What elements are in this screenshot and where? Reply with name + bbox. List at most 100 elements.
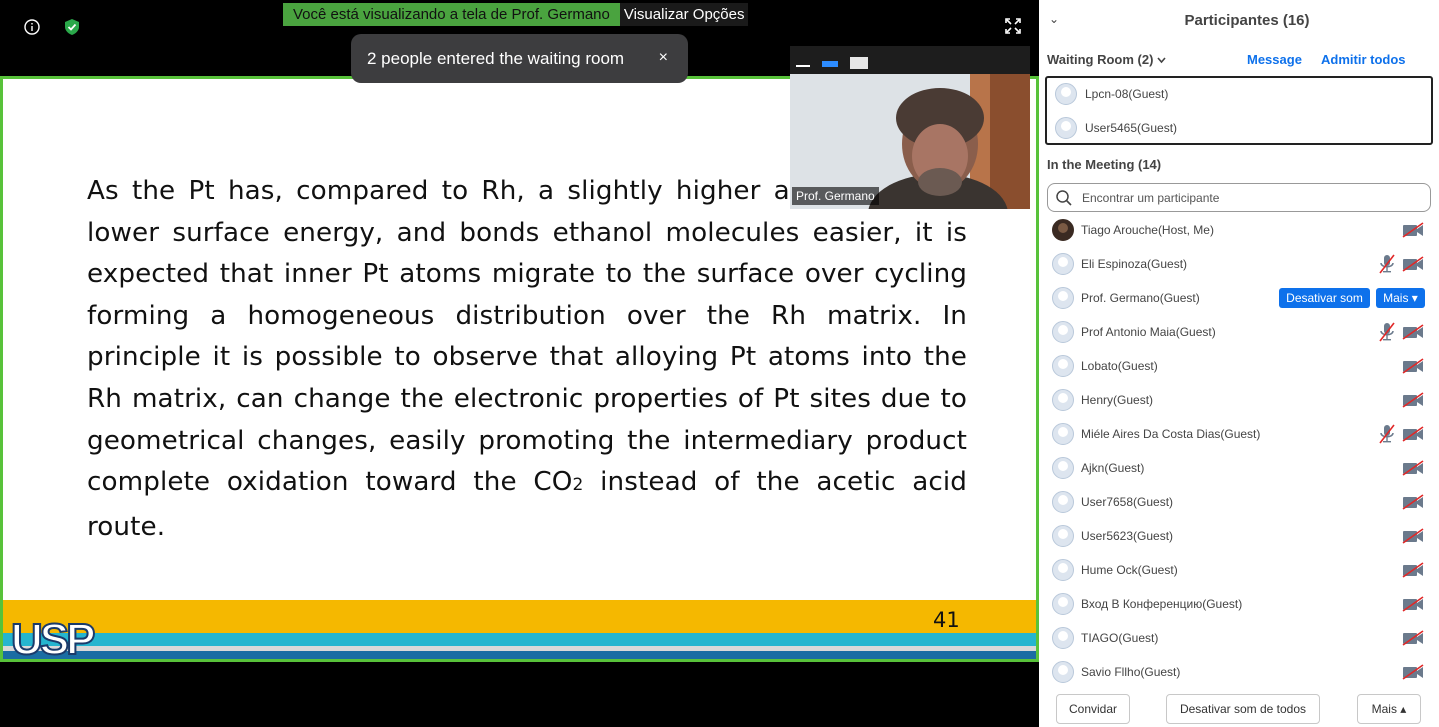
participant-name: Savio Fllho(Guest) [1081,665,1181,679]
slide-subscript: 2 [572,475,584,496]
video-off-icon [1402,596,1424,612]
waiting-room-list: Lpcn-08(Guest) User5465(Guest) [1045,76,1433,145]
participant-name: Eli Espinoza(Guest) [1081,257,1188,271]
waiting-person-name: Lpcn-08(Guest) [1085,87,1169,101]
band-blue [3,651,1036,659]
mute-all-button[interactable]: Desativar som de todos [1166,694,1320,724]
participant-row[interactable]: User7658(Guest) [1039,485,1439,519]
participant-name: Henry(Guest) [1081,393,1154,407]
avatar [1052,457,1074,479]
mute-participant-button[interactable]: Desativar som [1279,288,1370,308]
participant-row[interactable]: Henry(Guest) [1039,383,1439,417]
search-placeholder: Encontrar um participante [1082,190,1220,205]
avatar [1055,117,1077,139]
panel-header: ⌄ Participantes (16) [1039,0,1439,40]
video-off-icon [1402,664,1424,680]
video-off-icon [1402,562,1424,578]
avatar [1052,559,1074,581]
participant-name: TIAGO(Guest) [1081,631,1159,645]
participant-row[interactable]: Lobato(Guest) [1039,349,1439,383]
avatar [1052,525,1074,547]
participant-row[interactable]: TIAGO(Guest) [1039,621,1439,655]
waiting-room-header: Waiting Room (2) Message Admitir todos [1047,50,1427,70]
avatar [1052,219,1074,241]
avatar [1052,355,1074,377]
minimize-icon[interactable] [796,56,810,74]
participant-search-input[interactable]: Encontrar um participante [1047,183,1431,212]
participant-name: Miéle Aires Da Costa Dias(Guest) [1081,427,1261,441]
share-banner-text: Você está visualizando a tela de Prof. G… [283,3,620,26]
slide-footer-band: 41 USP [3,600,1036,659]
share-banner: Você está visualizando a tela de Prof. G… [283,3,749,26]
waiting-room-toast: 2 people entered the waiting room × [351,34,688,83]
active-speaker-view-icon[interactable] [822,56,838,74]
avatar [1052,253,1074,275]
participant-row[interactable]: Prof. Germano(Guest) Desativar som Mais ▾ [1039,281,1439,315]
invite-button[interactable]: Convidar [1056,694,1130,724]
usp-logo-text: USP [11,615,94,658]
participants-panel: ⌄ Participantes (16) Waiting Room (2) Me… [1039,0,1439,727]
video-off-icon [1402,392,1424,408]
toast-close-button[interactable]: × [659,49,668,67]
video-off-icon [1402,256,1424,272]
avatar [1052,491,1074,513]
video-off-icon [1402,528,1424,544]
participant-row[interactable]: Miéle Aires Da Costa Dias(Guest) [1039,417,1439,451]
shared-screen-stage: Você está visualizando a tela de Prof. G… [0,0,1039,727]
participant-name: Prof. Germano(Guest) [1081,291,1200,305]
waiting-room-message-link[interactable]: Message [1247,52,1302,67]
participant-row[interactable]: Tiago Arouche(Host, Me) [1039,213,1439,247]
video-off-icon [1402,324,1424,340]
avatar [1052,593,1074,615]
usp-logo: USP [10,614,98,658]
admit-all-link[interactable]: Admitir todos [1321,52,1406,67]
participant-more-button[interactable]: Mais ▾ [1376,288,1425,308]
video-off-icon [1402,358,1424,374]
mic-muted-icon [1379,322,1395,342]
participant-row[interactable]: Savio Fllho(Guest) [1039,655,1439,683]
band-cyan [3,633,1036,646]
mic-muted-icon [1379,424,1395,444]
slide-body-text: As the Pt has, compared to Rh, a slightl… [87,171,967,548]
slide-number: 41 [933,608,960,632]
top-toolbar [22,17,82,37]
participant-row[interactable]: Eli Espinoza(Guest) [1039,247,1439,281]
panel-footer: Convidar Desativar som de todos Mais ▴ [1039,690,1439,727]
panel-title: Participantes (16) [1184,12,1310,29]
participant-row[interactable]: Ajkn(Guest) [1039,451,1439,485]
shield-icon[interactable] [62,17,82,37]
fullscreen-icon[interactable] [1005,18,1021,34]
video-off-icon [1402,460,1424,476]
video-participant-name: Prof. Germano [792,187,879,205]
avatar [1052,389,1074,411]
slide-text-part: As the Pt has, compared to Rh, a slightl… [87,176,967,498]
participant-row[interactable]: Prof Antonio Maia(Guest) [1039,315,1439,349]
participant-name: User7658(Guest) [1081,495,1174,509]
waiting-list-item[interactable]: User5465(Guest) [1055,116,1177,140]
gallery-view-icon[interactable] [850,56,868,74]
band-orange [3,600,1036,633]
view-options-button[interactable]: Visualizar Opções [619,3,749,26]
participant-name: Ajkn(Guest) [1081,461,1145,475]
waiting-room-toggle[interactable]: Waiting Room (2) [1047,52,1166,67]
participant-row[interactable]: Вход В Конференцию(Guest) [1039,587,1439,621]
participant-row[interactable]: User5623(Guest) [1039,519,1439,553]
waiting-room-label: Waiting Room (2) [1047,52,1154,67]
waiting-person-name: User5465(Guest) [1085,121,1178,135]
participant-name: Prof Antonio Maia(Guest) [1081,325,1216,339]
participant-name: User5623(Guest) [1081,529,1174,543]
participant-row[interactable]: Hume Ock(Guest) [1039,553,1439,587]
video-window-controls [796,56,868,74]
avatar [1052,287,1074,309]
avatar [1055,83,1077,105]
waiting-list-item[interactable]: Lpcn-08(Guest) [1055,82,1168,106]
info-icon[interactable] [22,17,42,37]
more-options-button[interactable]: Mais ▴ [1357,694,1421,724]
toast-message: 2 people entered the waiting room [367,48,625,68]
participant-name: Tiago Arouche(Host, Me) [1081,223,1214,237]
avatar [1052,661,1074,683]
video-tile[interactable]: Prof. Germano [790,46,1030,209]
in-meeting-label: In the Meeting (14) [1047,157,1162,172]
avatar [1052,321,1074,343]
avatar [1052,627,1074,649]
